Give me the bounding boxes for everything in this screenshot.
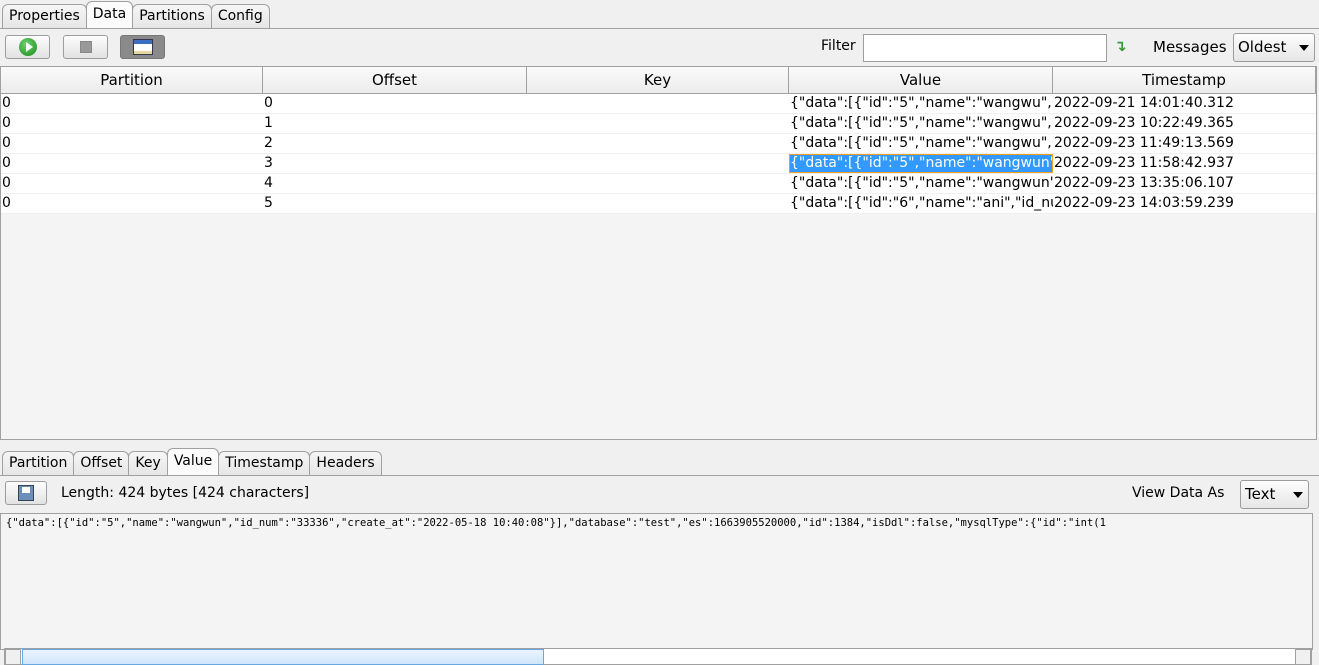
table-row[interactable]: 04 {"data":[{"id":"5","name":"wangwun","i… (1, 174, 1316, 194)
cell-offset[interactable]: 2 (263, 134, 527, 153)
stop-button[interactable] (63, 35, 108, 59)
column-header-key[interactable]: Key (527, 67, 789, 93)
cell-partition[interactable]: 0 (1, 114, 263, 133)
save-button[interactable] (5, 481, 47, 505)
scroll-right-icon[interactable] (1295, 649, 1311, 665)
view-button[interactable] (120, 35, 165, 59)
filter-input[interactable] (863, 34, 1107, 62)
value-content: {"data":[{"id":"5","name":"wangwun","id_… (6, 517, 1106, 529)
cell-value[interactable]: {"data":[{"id":"5","name":"wangwun","i..… (789, 154, 1053, 173)
cell-partition[interactable]: 0 (1, 134, 263, 153)
column-header-partition[interactable]: Partition (1, 67, 263, 93)
save-icon (18, 485, 34, 501)
table-row[interactable]: 02 {"data":[{"id":"5","name":"wangwu","id… (1, 134, 1316, 154)
horizontal-scrollbar[interactable] (4, 648, 1312, 665)
cell-key[interactable] (527, 174, 789, 193)
view-as-label: View Data As (1132, 485, 1225, 501)
scrollbar-thumb[interactable] (22, 649, 544, 665)
cell-offset[interactable]: 1 (263, 114, 527, 133)
cell-key[interactable] (527, 194, 789, 213)
value-text-area[interactable]: {"data":[{"id":"5","name":"wangwun","id_… (0, 513, 1313, 650)
column-header-offset[interactable]: Offset (263, 67, 527, 93)
cell-partition[interactable]: 0 (1, 194, 263, 213)
table-row[interactable]: 0 5 {"data":[{"id":"6","name":"ani","id_nu… (1, 194, 1316, 214)
tab-data[interactable]: Data (85, 1, 134, 28)
cell-key[interactable] (527, 114, 789, 133)
tab-partitions[interactable]: Partitions (132, 4, 212, 28)
messages-select[interactable]: Oldest (1233, 33, 1315, 62)
cell-value[interactable]: {"data":[{"id":"5","name":"wangwu","id..… (789, 94, 1053, 113)
tab-partition[interactable]: Partition (2, 451, 75, 475)
chevron-down-icon (1299, 45, 1309, 51)
apply-filter-icon[interactable]: ↴ (1114, 37, 1127, 55)
top-tabs: Properties Data Partitions Config (0, 0, 270, 28)
start-button[interactable] (5, 35, 50, 59)
table-row[interactable]: 00 {"data":[{"id":"5","name":"wangwu","id… (1, 94, 1316, 114)
messages-table: Partition Offset Key Value Timestamp 0 0 {"dat… (0, 66, 1317, 440)
tab-key[interactable]: Key (128, 451, 168, 475)
cell-key[interactable] (527, 134, 789, 153)
length-text: Length: 424 bytes [424 characters] (61, 485, 310, 501)
messages-value: Oldest (1238, 38, 1287, 56)
view-as-select[interactable]: Text (1240, 480, 1309, 509)
cell-offset[interactable]: 0 (263, 94, 527, 113)
tab-config[interactable]: Config (210, 4, 270, 28)
play-icon (18, 38, 37, 56)
table-header: Partition Offset Key Value Timestamp (1, 67, 1316, 94)
cell-partition[interactable]: 0 (1, 94, 263, 113)
tab-value[interactable]: Value (166, 448, 220, 475)
cell-timestamp[interactable]: 2022-09-23 11:58:42.937 (1053, 154, 1316, 173)
cell-offset[interactable]: 5 (263, 194, 527, 213)
cell-partition[interactable]: 0 (1, 174, 263, 193)
cell-timestamp[interactable]: 2022-09-23 14:03:59.239 (1053, 194, 1316, 213)
chevron-down-icon (1293, 492, 1303, 498)
divider (0, 28, 1319, 29)
table-row[interactable]: 03 {"data":[{"id":"5","name":"wangwun","i… (1, 154, 1316, 174)
tab-offset[interactable]: Offset (73, 451, 130, 475)
scroll-left-icon[interactable] (5, 649, 21, 665)
detail-tabs: Partition Offset Key Value Timestamp Headers (0, 447, 382, 475)
cell-value[interactable]: {"data":[{"id":"6","name":"ani","id_nu..… (789, 194, 1053, 213)
cell-timestamp[interactable]: 2022-09-23 10:22:49.365 (1053, 114, 1316, 133)
cell-key[interactable] (527, 154, 789, 173)
tab-headers[interactable]: Headers (309, 451, 382, 475)
window-icon (132, 39, 153, 55)
cell-partition[interactable]: 0 (1, 154, 263, 173)
cell-value[interactable]: {"data":[{"id":"5","name":"wangwu","id..… (789, 114, 1053, 133)
cell-timestamp[interactable]: 2022-09-23 11:49:13.569 (1053, 134, 1316, 153)
cell-timestamp[interactable]: 2022-09-23 13:35:06.107 (1053, 174, 1316, 193)
divider (0, 475, 1319, 476)
table-row[interactable]: 01 {"data":[{"id":"5","name":"wangwu","id… (1, 114, 1316, 134)
stop-icon (79, 41, 92, 53)
tab-properties[interactable]: Properties (2, 4, 87, 28)
filter-label: Filter (821, 38, 856, 54)
cell-value[interactable]: {"data":[{"id":"5","name":"wangwu","id..… (789, 134, 1053, 153)
column-header-value[interactable]: Value (789, 67, 1053, 93)
view-as-value: Text (1245, 485, 1276, 503)
tab-timestamp[interactable]: Timestamp (218, 451, 311, 475)
cell-value[interactable]: {"data":[{"id":"5","name":"wangwun","i..… (789, 174, 1053, 193)
cell-key[interactable] (527, 94, 789, 113)
cell-timestamp[interactable]: 2022-09-21 14:01:40.312 (1053, 94, 1316, 113)
cell-offset[interactable]: 3 (263, 154, 527, 173)
messages-label: Messages (1153, 38, 1227, 56)
cell-offset[interactable]: 4 (263, 174, 527, 193)
column-header-timestamp[interactable]: Timestamp (1053, 67, 1316, 93)
